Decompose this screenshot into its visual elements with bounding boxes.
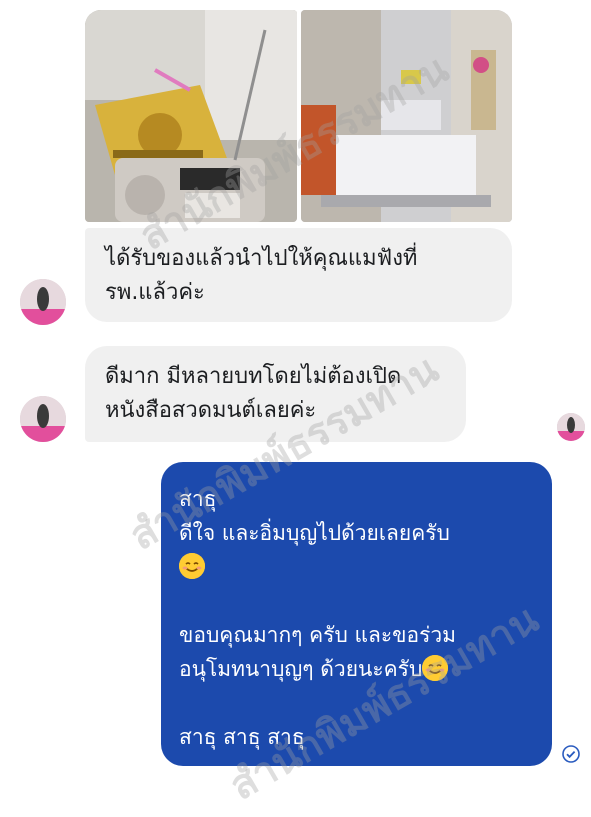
avatar-image: [557, 413, 585, 441]
message-text: สาธุ สาธุ สาธุ: [179, 725, 305, 749]
smiling-face-icon: [179, 553, 205, 579]
photo-book-radio[interactable]: [85, 10, 297, 222]
seen-by-avatar: [557, 413, 585, 441]
sent-message[interactable]: สาธุ ดีใจ และอิ่มบุญไปด้วยเลยครับ ขอบคุณ…: [161, 462, 552, 766]
avatar-image: [20, 279, 66, 325]
photo-book-radio-image: [85, 10, 297, 222]
smiling-face-icon: [422, 655, 449, 681]
photo-hospital-bed[interactable]: [301, 10, 512, 222]
sender-avatar[interactable]: [20, 279, 66, 325]
received-message[interactable]: ได้รับของแล้วนำไปให้คุณแมฟังที่ รพ.แล้วค…: [85, 228, 512, 322]
message-text: สาธุ: [179, 487, 217, 511]
avatar-image: [20, 396, 66, 442]
message-text: ได้รับของแล้วนำไปให้คุณแมฟังที่: [105, 246, 418, 271]
check-circle-icon: [562, 745, 580, 763]
message-text: รพ.แล้วค่ะ: [105, 280, 205, 305]
received-message[interactable]: ดีมาก มีหลายบทโดยไม่ต้องเปิด หนังสือสวดม…: [85, 346, 466, 442]
message-text: ดีใจ และอิ่มบุญไปด้วยเลยครับ: [179, 521, 450, 545]
message-text: อนุโมทนาบุญๆ ด้วยนะครับ: [179, 657, 423, 681]
message-text: ดีมาก มีหลายบทโดยไม่ต้องเปิด: [105, 364, 402, 389]
message-text: ขอบคุณมากๆ ครับ และขอร่วม: [179, 623, 457, 647]
emoji-line: [179, 550, 534, 584]
message-line-with-emoji: อนุโมทนาบุญๆ ด้วยนะครับ: [179, 652, 534, 686]
sender-avatar[interactable]: [20, 396, 66, 442]
message-text: หนังสือสวดมนต์เลยค่ะ: [105, 398, 317, 423]
photo-hospital-bed-image: [301, 10, 512, 222]
